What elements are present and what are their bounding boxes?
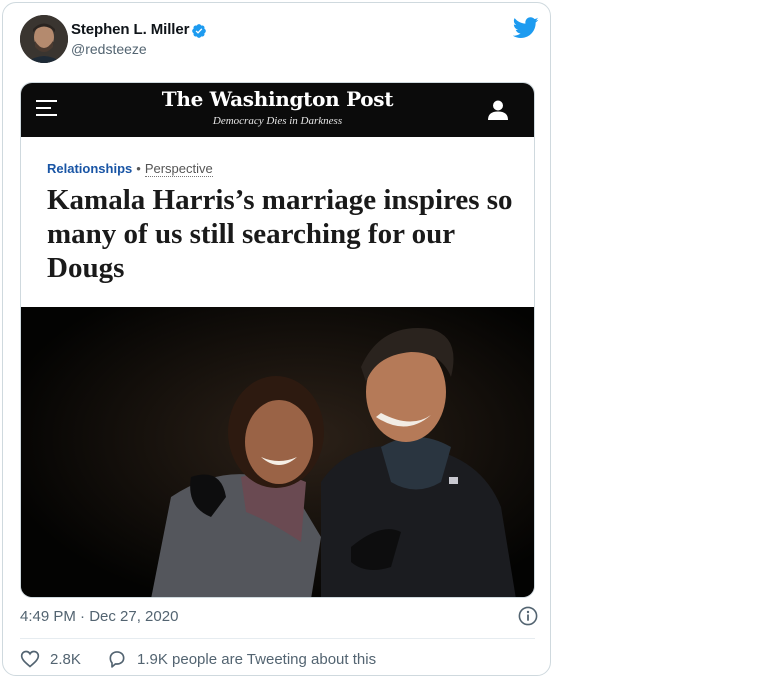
info-icon[interactable] — [518, 606, 538, 626]
heart-icon — [20, 650, 40, 668]
like-button[interactable]: 2.8K — [20, 648, 81, 670]
tweeting-about-text: 1.9K people are Tweeting about this — [137, 650, 377, 668]
author-name[interactable]: Stephen L. Miller — [71, 21, 189, 38]
article-type-label: Perspective — [144, 161, 213, 177]
wp-header: The Washington Post Democracy Dies in Da… — [21, 83, 534, 137]
masthead-tagline: Democracy Dies in Darkness — [212, 115, 343, 127]
tweet-card: Stephen L. Miller @redsteeze The Washing… — [2, 2, 551, 676]
author-handle[interactable]: @redsteeze — [71, 41, 147, 57]
tweet-timestamp[interactable]: 4:49 PM · Dec 27, 2020 — [20, 608, 178, 625]
verified-badge-icon — [192, 24, 206, 38]
section-label: Relationships — [47, 161, 133, 176]
article-screenshot[interactable]: The Washington Post Democracy Dies in Da… — [20, 82, 535, 598]
avatar[interactable] — [20, 15, 68, 63]
article-photo — [21, 307, 534, 597]
kicker-separator: • — [136, 161, 141, 176]
masthead-logo: The Washington Post — [161, 87, 394, 111]
speech-bubble-icon — [109, 651, 125, 668]
twitter-bird-icon[interactable] — [513, 17, 539, 39]
article-kicker: Relationships • Perspective — [47, 161, 213, 177]
like-count: 2.8K — [50, 650, 81, 668]
divider — [20, 638, 535, 639]
article-headline: Kamala Harris’s marriage inspires so man… — [47, 184, 513, 284]
user-icon — [488, 100, 508, 120]
tweeting-about-link[interactable]: 1.9K people are Tweeting about this — [107, 648, 376, 670]
